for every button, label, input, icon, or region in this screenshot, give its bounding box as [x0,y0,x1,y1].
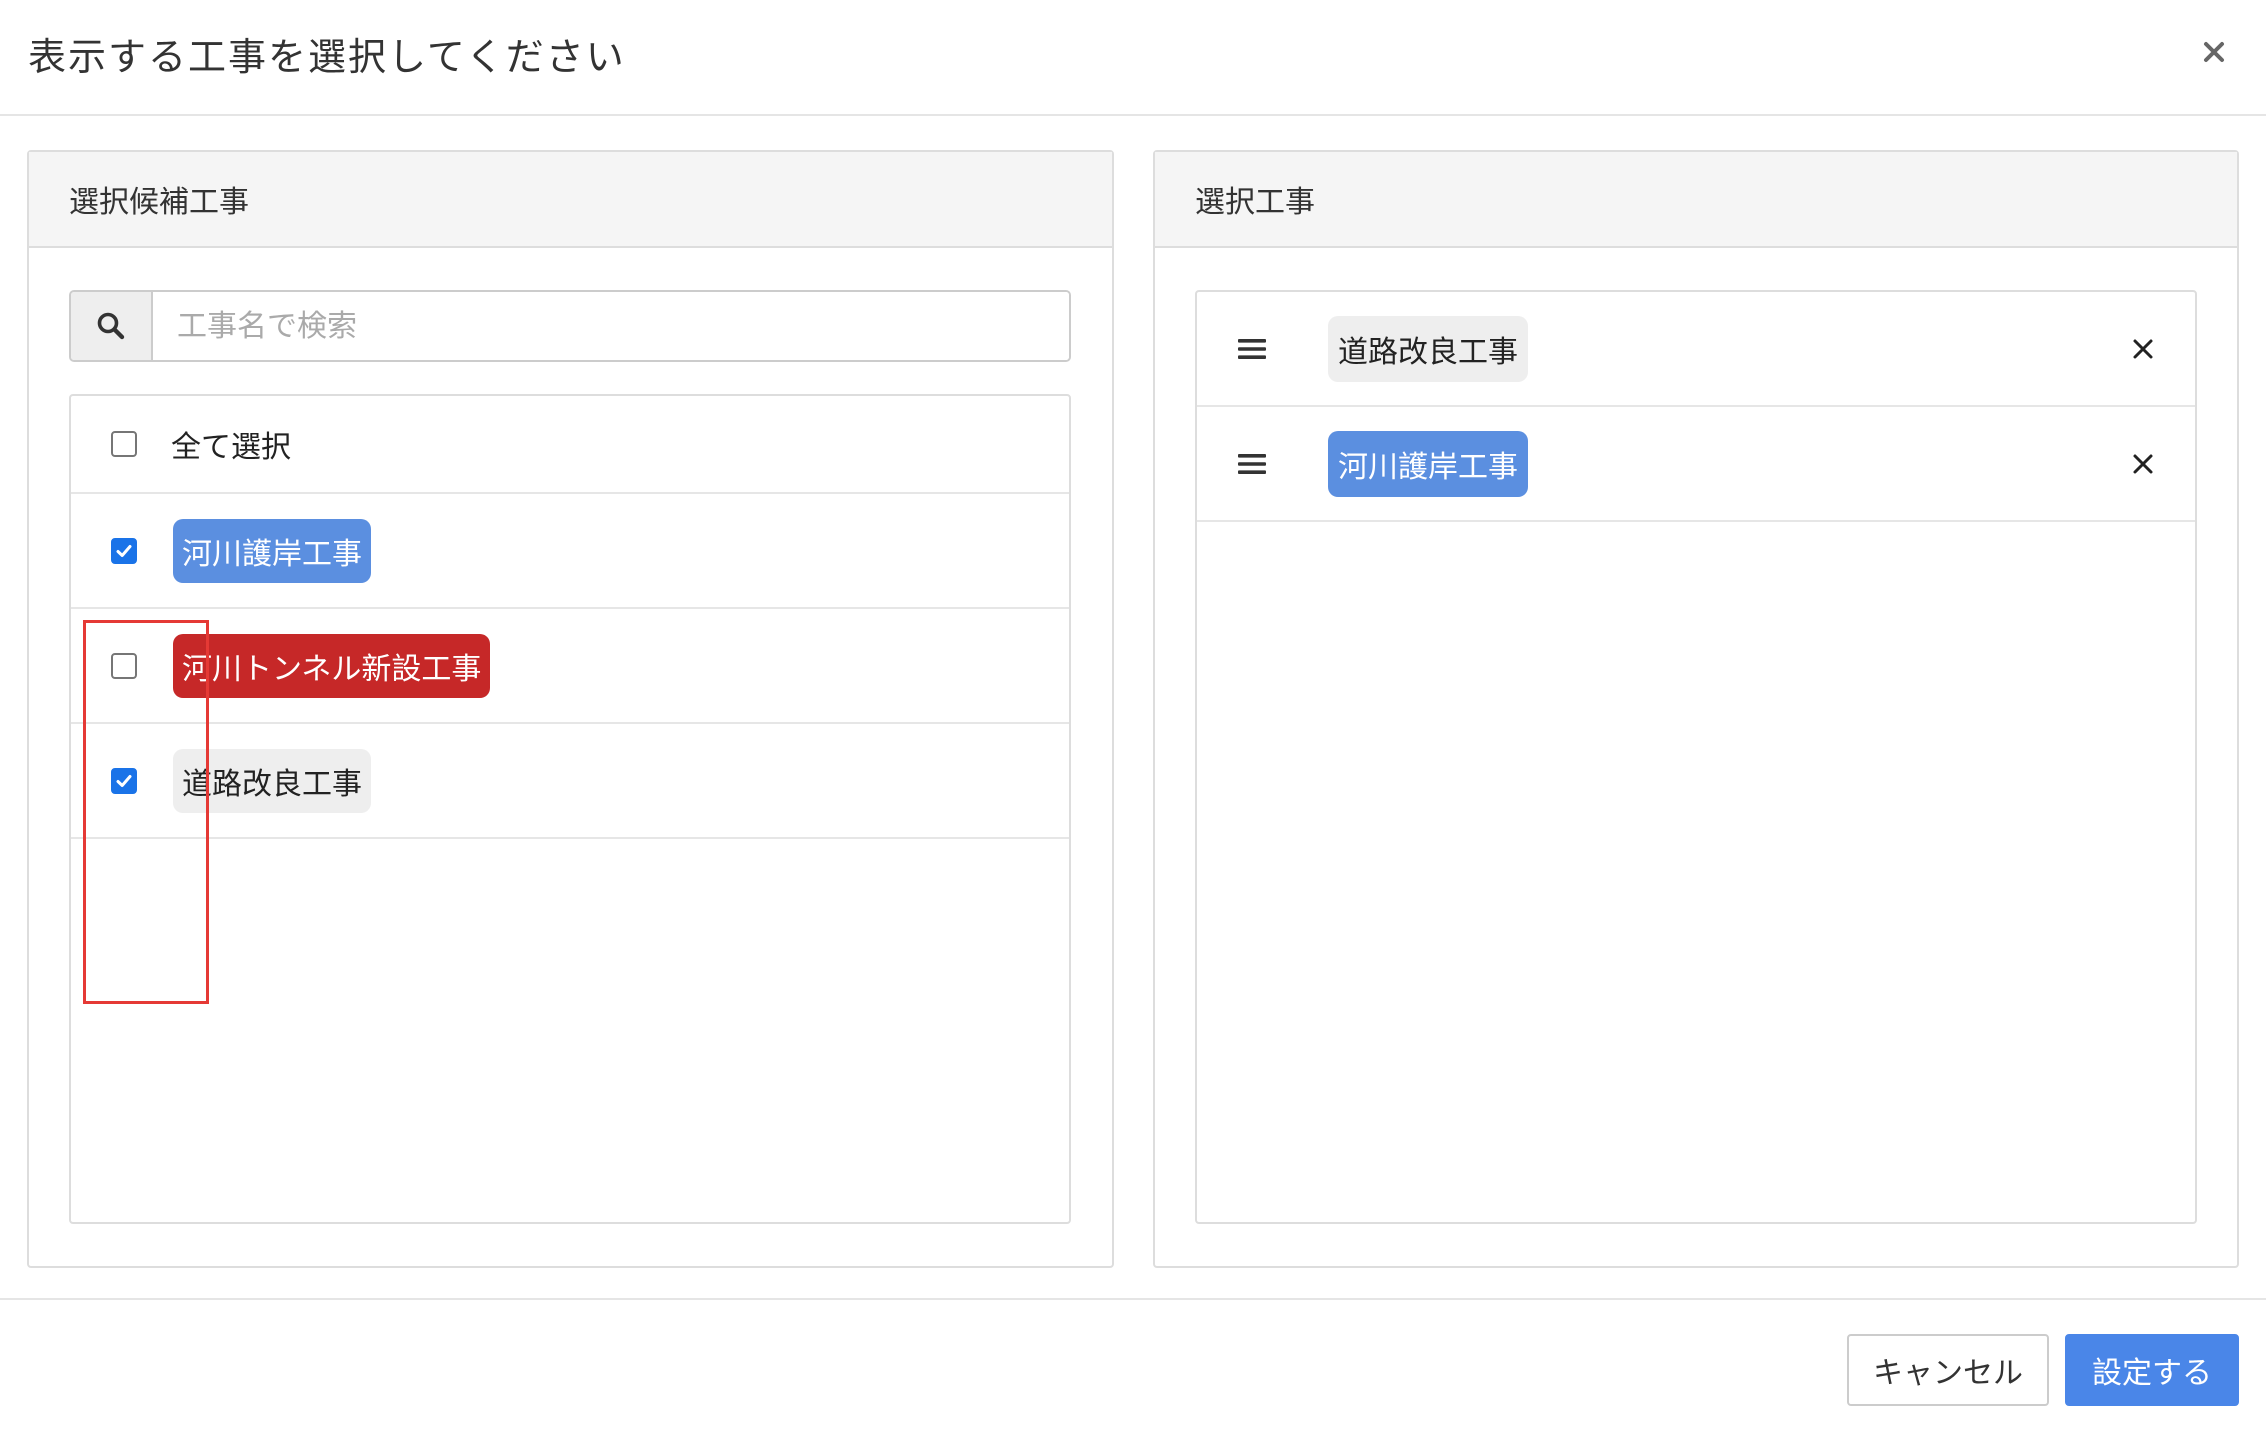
candidate-row[interactable]: 河川トンネル新設工事 [71,609,1069,724]
close-icon [2204,42,2224,62]
drag-handle-icon[interactable] [1237,452,1267,476]
candidate-checkbox[interactable] [111,537,137,564]
candidate-tag: 道路改良工事 [173,748,371,813]
candidate-panel: 選択候補工事 全て選択 河川護岸工事 [27,150,1114,1268]
search-icon [97,312,125,340]
selected-tag: 道路改良工事 [1328,315,1528,382]
selected-panel: 選択工事 道路改良工事 河川護岸工事 [1153,150,2239,1268]
candidate-panel-heading: 選択候補工事 [29,152,1112,248]
selected-list: 道路改良工事 河川護岸工事 [1195,290,2197,1224]
drag-handle-icon[interactable] [1237,337,1267,361]
remove-button[interactable] [2125,331,2161,367]
submit-button[interactable]: 設定する [2065,1334,2239,1406]
candidate-checkbox[interactable] [111,767,137,794]
search-addon [71,292,153,360]
project-select-dialog: 表示する工事を選択してください 選択候補工事 全て選択 [0,0,2266,1432]
candidate-tag: 河川トンネル新設工事 [173,633,491,698]
dialog-title: 表示する工事を選択してください [28,35,626,79]
select-all-checkbox[interactable] [111,431,137,457]
search-input[interactable] [153,292,1069,360]
select-all-row[interactable]: 全て選択 [71,396,1069,494]
selected-row[interactable]: 河川護岸工事 [1197,407,2195,522]
candidate-checkbox[interactable] [111,652,137,679]
candidate-row[interactable]: 道路改良工事 [71,724,1069,839]
selected-row[interactable]: 道路改良工事 [1197,292,2195,407]
dialog-header: 表示する工事を選択してください [0,0,2266,116]
select-all-label: 全て選択 [171,430,291,465]
remove-icon [2133,454,2153,473]
search-box [69,290,1071,362]
cancel-button[interactable]: キャンセル [1847,1334,2049,1406]
selected-panel-heading: 選択工事 [1155,152,2237,248]
check-icon [116,774,132,787]
close-button[interactable] [2190,28,2238,76]
candidate-row[interactable]: 河川護岸工事 [71,494,1069,609]
dialog-footer: キャンセル 設定する [0,1298,2266,1432]
check-icon [116,544,132,557]
candidate-tag: 河川護岸工事 [173,518,371,583]
candidate-list: 全て選択 河川護岸工事 河川トンネル新設工事 道路改良工事 [69,394,1071,1224]
remove-icon [2133,339,2153,358]
selected-tag: 河川護岸工事 [1328,430,1528,497]
remove-button[interactable] [2125,446,2161,482]
